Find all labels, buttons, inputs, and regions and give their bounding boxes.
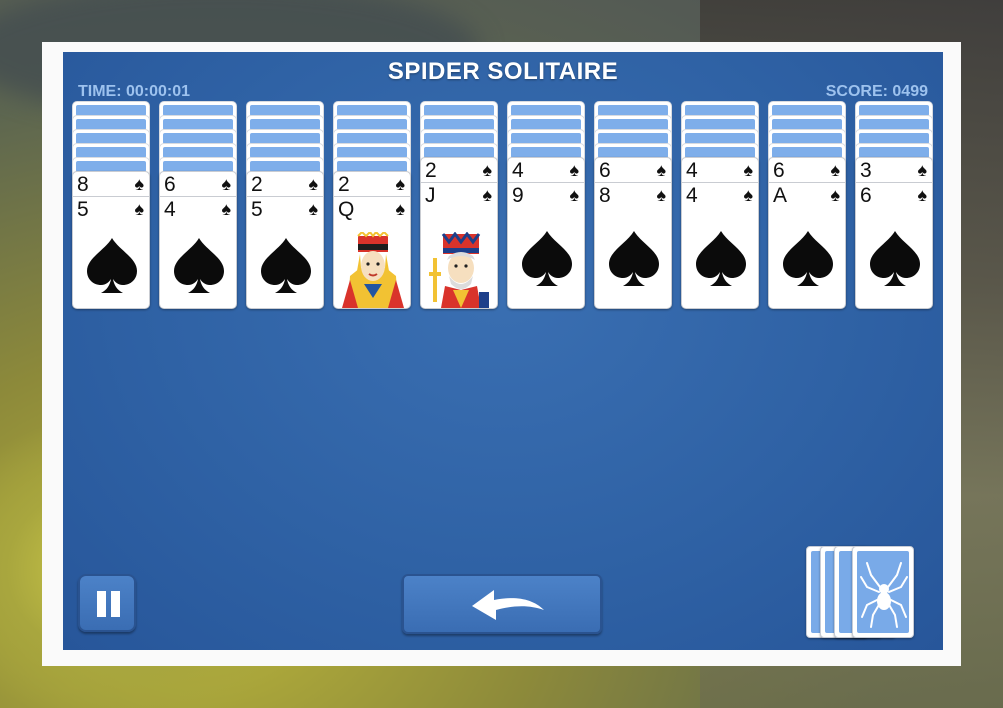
- card-rank: 4: [512, 159, 524, 182]
- spade-icon: [607, 229, 661, 287]
- spade-icon: ♠: [656, 185, 666, 205]
- card-rank: 6: [164, 173, 176, 196]
- card-rank: 8: [599, 184, 611, 207]
- spade-icon: ♠: [221, 199, 231, 219]
- spade-icon: ♠: [656, 160, 666, 180]
- spade-icon: ♠: [221, 174, 231, 194]
- time-display: TIME: 00:00:01: [78, 83, 191, 100]
- spider-icon: [860, 562, 908, 628]
- card-rank-row[interactable]: J ♠: [421, 182, 497, 207]
- spade-icon: [85, 236, 139, 294]
- spade-icon: ♠: [482, 160, 492, 180]
- game-title: SPIDER SOLITAIRE: [387, 58, 619, 85]
- card-rank-row[interactable]: 2 ♠: [334, 172, 410, 196]
- spade-icon: ♠: [830, 185, 840, 205]
- face-up-card[interactable]: 8 ♠ 5 ♠: [72, 171, 150, 309]
- queen-face-icon: [340, 230, 406, 313]
- face-up-card[interactable]: 6 ♠ 4 ♠: [159, 171, 237, 309]
- game-board: SPIDER SOLITAIRE TIME: 00:00:01 SCORE: 0…: [63, 52, 943, 650]
- face-up-card[interactable]: 2 ♠ J ♠: [420, 157, 498, 309]
- pause-button[interactable]: [78, 574, 136, 632]
- spade-icon: [259, 236, 313, 294]
- spade-icon: ♠: [482, 185, 492, 205]
- spade-icon: ♠: [743, 160, 753, 180]
- card-rank-row[interactable]: 2 ♠: [247, 172, 323, 196]
- card-rank: 6: [599, 159, 611, 182]
- face-up-card[interactable]: 6 ♠ 8 ♠: [594, 157, 672, 309]
- stock-card[interactable]: [852, 546, 914, 638]
- card-rank-row[interactable]: 6 ♠: [769, 158, 845, 182]
- spade-icon: ♠: [830, 160, 840, 180]
- spade-icon: ♠: [917, 160, 927, 180]
- spade-icon: ♠: [395, 174, 405, 194]
- card-rank: 5: [251, 198, 263, 221]
- jack-face-icon: [427, 231, 493, 313]
- card-rank: 8: [77, 173, 89, 196]
- spade-icon: [781, 229, 835, 287]
- card-rank-row[interactable]: 5 ♠: [73, 196, 149, 221]
- card-rank-row[interactable]: 2 ♠: [421, 158, 497, 182]
- face-up-card[interactable]: 2 ♠ Q ♠: [333, 171, 411, 309]
- face-up-card[interactable]: 3 ♠ 6 ♠: [855, 157, 933, 309]
- card-rank: 6: [860, 184, 872, 207]
- undo-arrow-icon: [472, 590, 544, 620]
- spade-icon: ♠: [569, 185, 579, 205]
- card-rank: 3: [860, 159, 872, 182]
- card-rank: 5: [77, 198, 89, 221]
- card-rank-row[interactable]: 4 ♠: [160, 196, 236, 221]
- card-rank: 9: [512, 184, 524, 207]
- card-rank-row[interactable]: 4 ♠: [508, 158, 584, 182]
- spade-icon: ♠: [395, 199, 405, 219]
- card-rank: 2: [251, 173, 263, 196]
- spade-icon: ♠: [308, 199, 318, 219]
- card-rank: A: [773, 184, 788, 207]
- card-rank-row[interactable]: 8 ♠: [73, 172, 149, 196]
- card-rank: 2: [425, 159, 437, 182]
- card-rank-row[interactable]: 4 ♠: [682, 158, 758, 182]
- card-rank-row[interactable]: 5 ♠: [247, 196, 323, 221]
- spade-icon: [172, 236, 226, 294]
- card-rank: J: [425, 184, 436, 207]
- card-rank-row[interactable]: 9 ♠: [508, 182, 584, 207]
- card-rank: 4: [164, 198, 176, 221]
- spade-icon: ♠: [917, 185, 927, 205]
- card-rank: 4: [686, 184, 698, 207]
- card-rank: 6: [773, 159, 785, 182]
- stock-pile[interactable]: [806, 546, 916, 638]
- undo-button[interactable]: [402, 574, 602, 634]
- score-display: SCORE: 0499: [825, 83, 928, 100]
- card-rank: 2: [338, 173, 350, 196]
- card-rank-row[interactable]: 4 ♠: [682, 182, 758, 207]
- spade-icon: [694, 229, 748, 287]
- face-up-card[interactable]: 6 ♠ A ♠: [768, 157, 846, 309]
- spade-icon: [520, 229, 574, 287]
- card-rank-row[interactable]: 6 ♠: [595, 158, 671, 182]
- card-rank-row[interactable]: Q ♠: [334, 196, 410, 221]
- face-up-card[interactable]: 4 ♠ 4 ♠: [681, 157, 759, 309]
- spade-icon: ♠: [308, 174, 318, 194]
- spade-icon: ♠: [134, 199, 144, 219]
- card-rank-row[interactable]: 6 ♠: [160, 172, 236, 196]
- spade-icon: [868, 229, 922, 287]
- card-rank: 4: [686, 159, 698, 182]
- spade-icon: ♠: [743, 185, 753, 205]
- card-rank-row[interactable]: 6 ♠: [856, 182, 932, 207]
- card-rank: Q: [338, 198, 355, 221]
- card-rank-row[interactable]: A ♠: [769, 182, 845, 207]
- card-rank-row[interactable]: 8 ♠: [595, 182, 671, 207]
- face-up-card[interactable]: 2 ♠ 5 ♠: [246, 171, 324, 309]
- spade-icon: ♠: [569, 160, 579, 180]
- face-up-card[interactable]: 4 ♠ 9 ♠: [507, 157, 585, 309]
- card-rank-row[interactable]: 3 ♠: [856, 158, 932, 182]
- spade-icon: ♠: [134, 174, 144, 194]
